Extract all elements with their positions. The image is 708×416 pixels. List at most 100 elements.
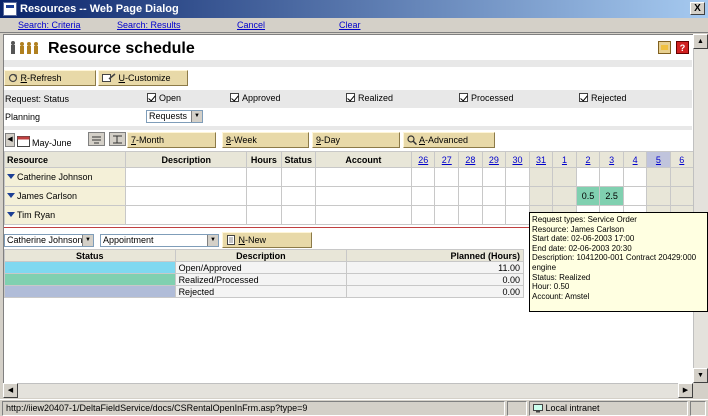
hours-column-header[interactable]: Hours xyxy=(246,151,282,168)
scroll-up-button[interactable]: ▲ xyxy=(693,34,708,49)
resize-grip[interactable] xyxy=(690,401,706,416)
day-header[interactable]: 28 xyxy=(458,151,483,168)
day-header[interactable]: 31 xyxy=(528,151,554,168)
header-divider xyxy=(4,60,692,67)
booking-cell[interactable]: 0.5 xyxy=(575,186,601,206)
day-cell[interactable] xyxy=(458,205,483,225)
vertical-scrollbar[interactable]: ▲ ▼ xyxy=(693,34,708,383)
close-button[interactable]: X xyxy=(690,2,705,15)
day-cell[interactable] xyxy=(552,167,577,187)
day-cell[interactable] xyxy=(646,186,671,206)
resource-cell[interactable]: Catherine Johnson xyxy=(4,167,127,187)
day-cell[interactable] xyxy=(599,167,624,187)
customize-button[interactable]: U-Customize xyxy=(98,70,188,86)
day-cell[interactable] xyxy=(434,186,460,206)
day-cell[interactable] xyxy=(575,167,601,187)
day-cell[interactable] xyxy=(505,205,530,225)
day-header[interactable]: 5 xyxy=(646,151,671,168)
day-cell[interactable] xyxy=(458,186,483,206)
day-cell[interactable] xyxy=(505,186,530,206)
advanced-button[interactable]: A-Advanced xyxy=(403,132,495,148)
grid-cell xyxy=(246,205,282,225)
day-cell[interactable] xyxy=(410,167,436,187)
resource-cell[interactable]: Tim Ryan xyxy=(4,205,127,225)
resource-column-header[interactable]: Resource xyxy=(4,151,127,168)
status-open-checkbox[interactable]: Open xyxy=(147,93,181,103)
grid-cell xyxy=(280,186,316,206)
status-realized-checkbox[interactable]: Realized xyxy=(346,93,393,103)
day-header[interactable]: 4 xyxy=(622,151,648,168)
chevron-right-icon: ▶ xyxy=(682,387,689,394)
day-cell[interactable] xyxy=(434,205,460,225)
status-column-header[interactable]: Status xyxy=(280,151,316,168)
day-header[interactable]: 1 xyxy=(552,151,577,168)
status-rejected-checkbox[interactable]: Rejected xyxy=(579,93,627,103)
day-cell[interactable] xyxy=(481,205,507,225)
expand-triangle-icon[interactable] xyxy=(7,212,15,217)
day-cell[interactable] xyxy=(552,186,577,206)
day-header[interactable]: 29 xyxy=(481,151,507,168)
day-header[interactable]: 27 xyxy=(434,151,460,168)
day-view-button[interactable]: 9-Day xyxy=(312,132,400,148)
horizontal-scrollbar[interactable]: ◀ ▶ xyxy=(3,383,693,398)
clear-link[interactable]: Clear xyxy=(339,20,361,30)
main-content: Resource schedule ? R-Refresh U-Customiz… xyxy=(3,34,693,383)
table-row: James Carlson 0.5 2.5 xyxy=(4,186,693,206)
day-cell[interactable] xyxy=(528,167,554,187)
day-header[interactable]: 6 xyxy=(669,151,693,168)
grid-cell xyxy=(125,205,248,225)
expand-icon[interactable] xyxy=(109,132,126,146)
chevron-left-icon: ◀ xyxy=(7,136,13,143)
day-header[interactable]: 30 xyxy=(505,151,530,168)
day-cell[interactable] xyxy=(410,186,436,206)
description-column-header[interactable]: Description xyxy=(125,151,248,168)
collapse-icon[interactable] xyxy=(88,132,105,146)
help-icon[interactable]: ? xyxy=(676,41,689,54)
status-approved-checkbox[interactable]: Approved xyxy=(230,93,281,103)
day-header[interactable]: 3 xyxy=(599,151,624,168)
search-criteria-link[interactable]: Search: Criteria xyxy=(18,20,81,30)
day-cell[interactable] xyxy=(669,186,693,206)
tooltip-line: Start date: 02-06-2003 17:00 xyxy=(532,234,635,244)
expand-triangle-icon[interactable] xyxy=(7,174,15,179)
week-view-button[interactable]: 8-Week xyxy=(222,132,309,148)
type-select[interactable]: Appointment ▼ xyxy=(100,234,219,247)
resource-cell[interactable]: James Carlson xyxy=(4,186,127,206)
day-cell[interactable] xyxy=(622,167,648,187)
scroll-down-button[interactable]: ▼ xyxy=(693,368,708,383)
day-cell[interactable] xyxy=(410,205,436,225)
day-cell[interactable] xyxy=(528,186,554,206)
account-column-header[interactable]: Account xyxy=(314,151,412,168)
day-cell[interactable] xyxy=(505,167,530,187)
nav-bar: Search: Criteria Search: Results Cancel … xyxy=(0,18,708,33)
booking-cell[interactable]: 2.5 xyxy=(599,186,624,206)
chevron-up-icon: ▲ xyxy=(697,38,704,45)
day-cell[interactable] xyxy=(481,167,507,187)
window-title: Resources -- Web Page Dialog xyxy=(20,3,179,15)
chevron-down-icon: ▼ xyxy=(207,235,218,246)
folder-icon[interactable] xyxy=(658,41,671,54)
day-cell[interactable] xyxy=(458,167,483,187)
search-results-link[interactable]: Search: Results xyxy=(117,20,181,30)
new-button[interactable]: N-New xyxy=(222,232,312,248)
scroll-right-button[interactable]: ▶ xyxy=(678,383,693,398)
day-cell[interactable] xyxy=(669,167,693,187)
intranet-icon xyxy=(533,404,543,413)
day-cell[interactable] xyxy=(481,186,507,206)
day-cell[interactable] xyxy=(434,167,460,187)
planning-select[interactable]: Requests ▼ xyxy=(146,110,203,123)
scroll-left-button[interactable]: ◀ xyxy=(3,383,18,398)
expand-triangle-icon[interactable] xyxy=(7,193,15,198)
legend-planned: 0.00 xyxy=(346,273,524,286)
day-cell[interactable] xyxy=(646,167,671,187)
people-icon xyxy=(11,41,38,54)
resource-select[interactable]: Catherine Johnson ▼ xyxy=(4,234,94,247)
day-header[interactable]: 26 xyxy=(410,151,436,168)
status-processed-checkbox[interactable]: Processed xyxy=(459,93,514,103)
month-view-button[interactable]: 7-Month xyxy=(127,132,216,148)
day-cell[interactable] xyxy=(622,186,648,206)
cancel-link[interactable]: Cancel xyxy=(237,20,265,30)
refresh-button[interactable]: R-Refresh xyxy=(4,70,96,86)
day-header[interactable]: 2 xyxy=(575,151,601,168)
prev-period-button[interactable]: ◀ xyxy=(5,133,15,147)
